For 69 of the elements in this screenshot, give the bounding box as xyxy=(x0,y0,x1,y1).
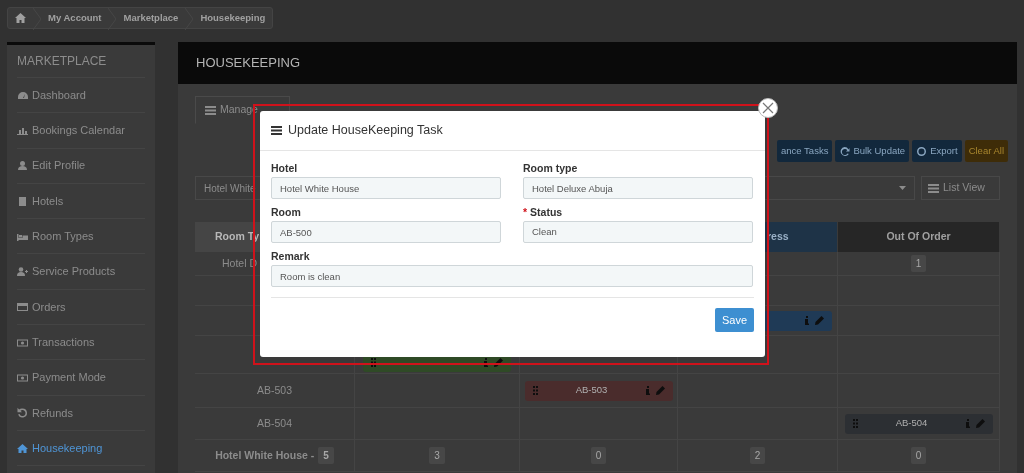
sidebar-item[interactable]: Housekeeping xyxy=(17,430,145,467)
sidebar-item[interactable]: Orders xyxy=(17,289,145,326)
home-icon xyxy=(17,442,28,454)
sidebar-item[interactable]: Room Types xyxy=(17,219,145,255)
table-cell: AB-503 xyxy=(195,374,355,408)
sidebar-item[interactable]: Bookings Calendar xyxy=(17,113,145,149)
toolbar-button[interactable]: ance Tasks xyxy=(777,140,833,162)
field-label: Hotel xyxy=(271,160,298,176)
count-badge: 1 xyxy=(910,255,927,272)
grip-icon xyxy=(852,419,858,428)
count-badge: 3 xyxy=(429,447,445,464)
field-label: Room xyxy=(271,204,301,220)
breadcrumb-link[interactable]: Marketplace xyxy=(116,8,186,28)
page-header: HOUSEKEEPING xyxy=(178,42,1017,84)
total-label: Hotel White House - xyxy=(215,447,315,463)
info-icon xyxy=(484,357,488,367)
sidebar-item[interactable]: Payment Mode xyxy=(17,360,145,396)
list-icon xyxy=(928,183,939,193)
sidebar-item[interactable]: Service Products xyxy=(17,254,145,290)
input-field[interactable]: Hotel Deluxe Abuja xyxy=(523,177,753,199)
count-badge: 0 xyxy=(910,447,927,464)
list-icon xyxy=(271,125,284,136)
modal-title: Update HouseKeeping Task xyxy=(288,122,443,140)
info-icon xyxy=(804,316,809,325)
toolbar-button[interactable]: Clear All xyxy=(964,140,1008,162)
count-badge: 5 xyxy=(318,447,334,464)
pencil-icon xyxy=(655,386,665,395)
sidebar-item[interactable]: Hotels xyxy=(17,183,145,220)
toolbar-button[interactable]: Bulk Update xyxy=(835,140,910,162)
pencil-icon xyxy=(494,357,503,367)
caret-icon xyxy=(899,186,906,190)
breadcrumb-link[interactable]: My Account xyxy=(41,8,109,28)
info-icon xyxy=(965,419,970,428)
card-icon xyxy=(17,301,28,313)
status-select[interactable]: Clean xyxy=(523,221,753,243)
undo-icon xyxy=(17,407,28,419)
list-icon xyxy=(205,104,216,116)
input-field[interactable]: Room is clean xyxy=(271,265,753,287)
input-field[interactable]: Hotel White House xyxy=(271,177,501,199)
breadcrumb-link[interactable]: Housekeeping xyxy=(193,8,273,28)
sidebar-item[interactable]: Transactions xyxy=(17,325,145,361)
building-icon xyxy=(17,195,28,207)
save-button[interactable]: Save xyxy=(715,308,754,332)
sidebar-item[interactable]: Refunds xyxy=(17,395,145,431)
field-label: Status xyxy=(530,204,563,220)
sidebar-title: MARKETPLACE xyxy=(17,45,145,78)
sidebar-item[interactable]: Edit Profile xyxy=(17,148,145,184)
people-icon xyxy=(17,266,28,278)
banknote-icon xyxy=(17,372,28,383)
sidebar-item[interactable]: Dashboard xyxy=(17,78,145,114)
room-chip[interactable]: AB-503 xyxy=(524,380,673,401)
table-cell: AB-504 xyxy=(195,408,355,440)
gauge-icon xyxy=(17,89,28,101)
room-chip[interactable]: AB-504 xyxy=(844,413,993,434)
pencil-icon xyxy=(975,419,985,428)
toolbar-button[interactable]: Export xyxy=(912,140,962,162)
info-icon xyxy=(645,386,650,395)
person-icon xyxy=(17,160,28,172)
grip-icon xyxy=(371,357,376,367)
count-badge: 0 xyxy=(590,447,607,464)
field-label: Room type xyxy=(523,160,578,176)
required-mark: * xyxy=(523,204,528,220)
refresh-icon xyxy=(839,145,851,157)
grip-icon xyxy=(532,386,538,395)
pencil-icon xyxy=(814,316,824,325)
input-field[interactable]: AB-500 xyxy=(271,221,501,243)
count-badge: 2 xyxy=(749,447,766,464)
column-header: Out Of Order xyxy=(838,222,1000,252)
list-view-button[interactable]: List View xyxy=(921,176,1000,200)
